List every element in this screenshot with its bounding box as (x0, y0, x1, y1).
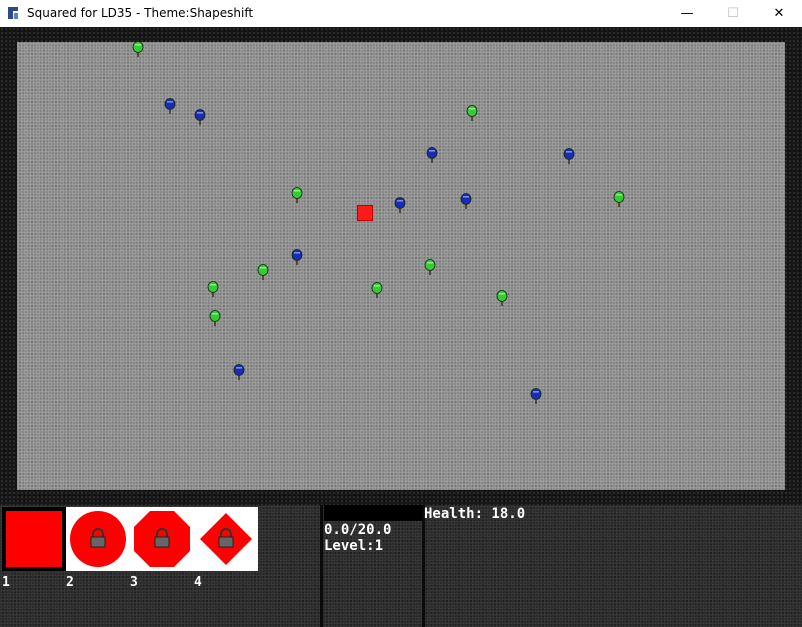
slot-number-2: 2 (66, 575, 74, 590)
green-enemy-sprite (132, 40, 144, 58)
green-enemy-sprite (466, 104, 478, 122)
slot-number-3: 3 (130, 575, 138, 590)
green-enemy-sprite (371, 281, 383, 299)
green-enemy-sprite (613, 190, 625, 208)
green-enemy-sprite (291, 186, 303, 204)
health-readout: Health: 18.0 (424, 506, 526, 522)
green-enemy-sprite (209, 309, 221, 327)
shape-slot-4[interactable] (194, 507, 258, 571)
blue-enemy-sprite (291, 248, 303, 266)
window-title: Squared for LD35 - Theme:Shapeshift (27, 6, 254, 20)
green-enemy-sprite (496, 289, 508, 307)
octagon-shape-icon (134, 511, 190, 567)
blue-enemy-sprite (563, 147, 575, 165)
circle-shape-icon (70, 511, 126, 567)
minimize-button[interactable]: — (664, 0, 710, 27)
green-enemy-sprite (257, 263, 269, 281)
blue-enemy-sprite (394, 196, 406, 214)
green-enemy-sprite (424, 258, 436, 276)
green-enemy-sprite (207, 280, 219, 298)
hud-divider (320, 505, 323, 627)
blue-enemy-sprite (164, 97, 176, 115)
close-button[interactable]: ✕ (756, 0, 802, 27)
shape-slot-2[interactable] (66, 507, 130, 571)
blue-enemy-sprite (426, 146, 438, 164)
hud-panel: 1 2 3 4 0.0/20.0 Level:1 Health: 18.0 (0, 505, 802, 627)
shape-slot-3[interactable] (130, 507, 194, 571)
blue-enemy-sprite (233, 363, 245, 381)
xp-readout: 0.0/20.0 (324, 522, 392, 538)
blue-enemy-sprite (530, 387, 542, 405)
hud-divider (422, 505, 425, 627)
square-shape-icon (6, 511, 62, 567)
blue-enemy-sprite (460, 192, 472, 210)
window-titlebar[interactable]: Squared for LD35 - Theme:Shapeshift — ☐ … (0, 0, 802, 28)
app-icon (8, 7, 18, 19)
slot-number-1: 1 (2, 575, 10, 590)
slot-number-4: 4 (194, 575, 202, 590)
player-square (357, 205, 373, 221)
maximize-button[interactable]: ☐ (710, 0, 756, 27)
playfield[interactable] (17, 42, 785, 490)
shape-slot-1[interactable] (2, 507, 66, 571)
blue-enemy-sprite (194, 108, 206, 126)
xp-bar (324, 505, 422, 521)
diamond-shape-icon (200, 513, 252, 565)
level-readout: Level:1 (324, 538, 384, 554)
game-frame: 1 2 3 4 0.0/20.0 Level:1 Health: 18.0 (0, 27, 802, 627)
